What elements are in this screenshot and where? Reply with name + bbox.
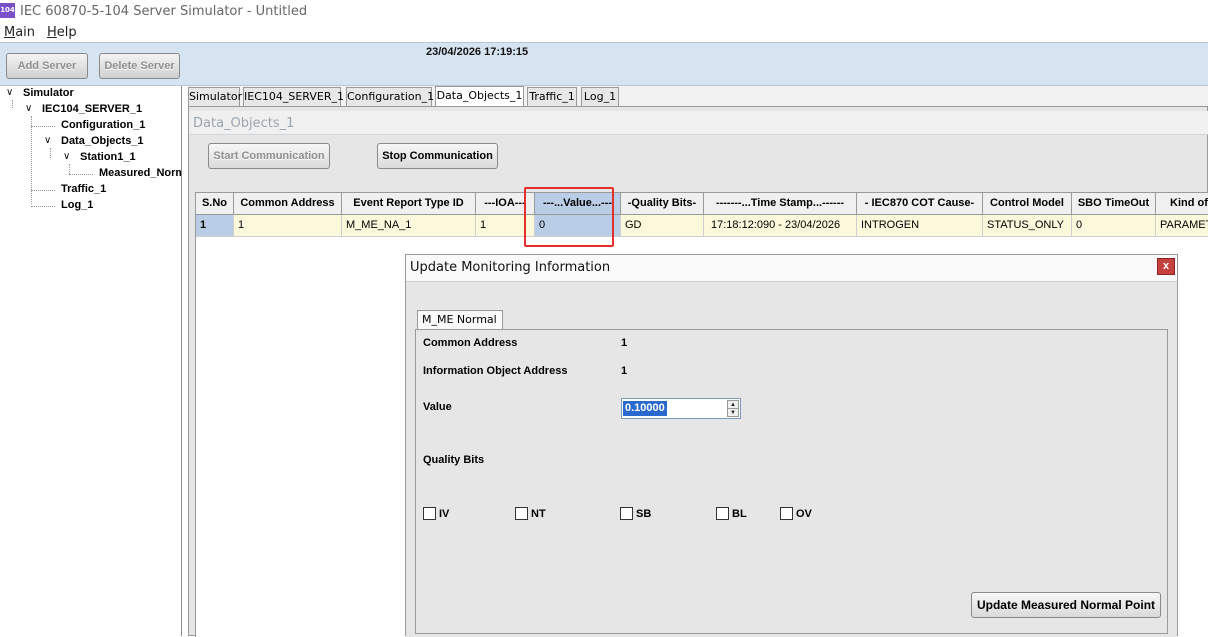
tab-log[interactable]: Log_1 (581, 87, 619, 106)
panel-header: Data_Objects_1 (189, 111, 1208, 135)
table-cell[interactable]: STATUS_ONLY (983, 215, 1072, 237)
tab-simulator[interactable]: Simulator (188, 87, 242, 106)
chevron-down-icon[interactable]: ∨ (25, 103, 32, 114)
spinner-buttons: ▲ ▼ (727, 400, 739, 417)
column-header[interactable]: Control Model (983, 193, 1072, 215)
table-cell[interactable]: GD (621, 215, 704, 237)
checkbox-nt-label: NT (531, 508, 546, 520)
close-icon[interactable]: x (1157, 258, 1175, 275)
title-bar: 104 IEC 60870-5-104 Server Simulator - U… (0, 0, 1208, 24)
chevron-down-icon[interactable]: ∨ (6, 87, 13, 98)
value-label: Value (423, 401, 452, 413)
spin-up-icon[interactable]: ▲ (728, 401, 738, 409)
checkbox-iv[interactable] (423, 507, 436, 520)
tree-item-configuration[interactable]: Configuration_1 (61, 119, 145, 131)
tab-traffic[interactable]: Traffic_1 (527, 87, 577, 106)
navigation-tree: ∨ Simulator ∨ IEC104_SERVER_1 Configurat… (0, 86, 182, 636)
update-measured-normal-button[interactable]: Update Measured Normal Point (971, 592, 1161, 618)
column-header[interactable]: S.No (196, 193, 234, 215)
app-icon: 104 (0, 3, 15, 18)
table-cell[interactable]: 1 (196, 215, 234, 237)
window-title: IEC 60870-5-104 Server Simulator - Untit… (20, 4, 308, 19)
value-column-highlight (524, 187, 614, 247)
tree-item-data-objects[interactable]: Data_Objects_1 (61, 135, 144, 147)
tab-strip: Simulator IEC104_SERVER_1 Configuration_… (188, 86, 1208, 107)
table-cell[interactable]: 17:18:12:090 - 23/04/2026 (704, 215, 857, 237)
add-server-button[interactable]: Add Server (6, 53, 88, 79)
dialog-body: M_ME Normal Common Address 1 Information… (406, 281, 1177, 637)
table-cell[interactable]: 1 (234, 215, 342, 237)
column-header[interactable]: -------...Time Stamp...------ (704, 193, 857, 215)
value-input[interactable]: 0.10000 (623, 401, 667, 416)
column-header[interactable]: Kind of (1156, 193, 1208, 215)
tree-item-traffic[interactable]: Traffic_1 (61, 183, 106, 195)
toolbar: Add Server Delete Server 23/04/2026 17:1… (0, 42, 1208, 86)
checkbox-sb[interactable] (620, 507, 633, 520)
quality-bits-label: Quality Bits (423, 454, 485, 466)
tree-item-log[interactable]: Log_1 (61, 199, 93, 211)
checkbox-iv-label: IV (439, 508, 450, 520)
tree-item-simulator[interactable]: Simulator (23, 87, 74, 99)
column-header[interactable]: Common Address (234, 193, 342, 215)
tab-m-me-normal[interactable]: M_ME Normal (417, 310, 503, 330)
tree-item-measured-normal[interactable]: Measured_Normal (99, 167, 181, 179)
common-address-value: 1 (621, 337, 628, 349)
dialog-title: Update Monitoring Information (410, 260, 611, 275)
checkbox-bl[interactable] (716, 507, 729, 520)
column-header[interactable]: Event Report Type ID (342, 193, 476, 215)
ioa-label: Information Object Address (423, 365, 568, 377)
panel-title: Data_Objects_1 (193, 116, 295, 131)
checkbox-bl-label: BL (732, 508, 747, 520)
checkbox-sb-label: SB (636, 508, 652, 520)
menu-bar: Main Help (0, 24, 1208, 42)
checkbox-nt[interactable] (515, 507, 528, 520)
delete-server-button[interactable]: Delete Server (99, 53, 180, 79)
chevron-down-icon[interactable]: ∨ (63, 151, 70, 162)
table-cell[interactable]: PARAMETER (1156, 215, 1208, 237)
spin-down-icon[interactable]: ▼ (728, 409, 738, 417)
value-spinner[interactable]: 0.10000 ▲ ▼ (621, 398, 741, 419)
table-cell[interactable]: M_ME_NA_1 (342, 215, 476, 237)
tab-configuration[interactable]: Configuration_1 (346, 87, 434, 106)
tree-item-server[interactable]: IEC104_SERVER_1 (42, 103, 142, 115)
ioa-value: 1 (621, 365, 628, 377)
checkbox-ov[interactable] (780, 507, 793, 520)
start-communication-button[interactable]: Start Communication (208, 143, 330, 169)
checkbox-ov-label: OV (796, 508, 812, 520)
stop-communication-button[interactable]: Stop Communication (377, 143, 498, 169)
table-cell[interactable]: 0 (1072, 215, 1156, 237)
common-address-label: Common Address (423, 337, 518, 349)
update-monitoring-dialog: Update Monitoring Information x M_ME Nor… (405, 254, 1178, 637)
table-cell[interactable]: INTROGEN (857, 215, 983, 237)
column-header[interactable]: SBO TimeOut (1072, 193, 1156, 215)
menu-help[interactable]: Help (47, 25, 77, 40)
menu-main[interactable]: Main (4, 25, 35, 40)
tree-item-station[interactable]: Station1_1 (80, 151, 136, 163)
chevron-down-icon[interactable]: ∨ (44, 135, 51, 146)
datetime-display: 23/04/2026 17:19:15 (426, 46, 529, 58)
dialog-panel: Common Address 1 Information Object Addr… (415, 329, 1168, 634)
tab-data-objects[interactable]: Data_Objects_1 (435, 86, 524, 107)
tab-server[interactable]: IEC104_SERVER_1 (243, 87, 344, 106)
column-header[interactable]: -Quality Bits- (621, 193, 704, 215)
column-header[interactable]: - IEC870 COT Cause- (857, 193, 983, 215)
